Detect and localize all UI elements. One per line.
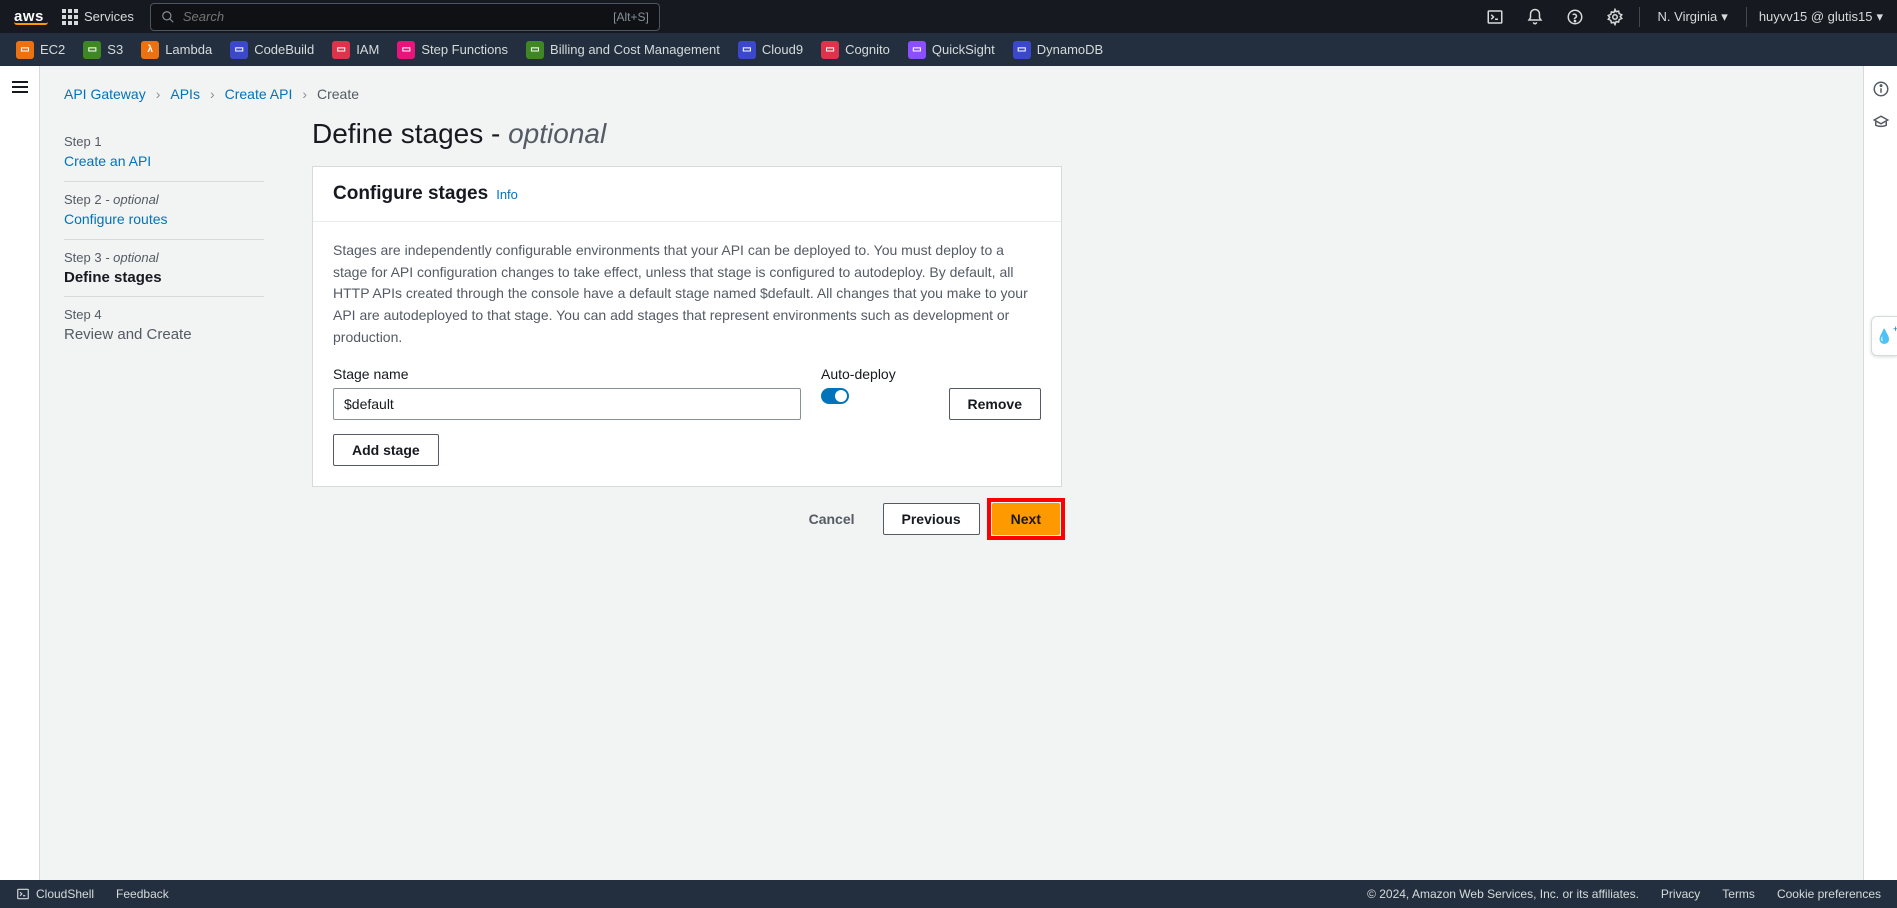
- stage-name-input[interactable]: [333, 388, 801, 420]
- svc-s3[interactable]: ▭S3: [83, 41, 123, 59]
- global-top-nav: aws Services [Alt+S] N. Virginia ▾ huyvv…: [0, 0, 1897, 33]
- step-3-label: Step 3 - optional: [64, 250, 264, 265]
- svc-ec2[interactable]: ▭EC2: [16, 41, 65, 59]
- breadcrumb-current: Create: [317, 86, 359, 102]
- global-search[interactable]: [Alt+S]: [150, 3, 660, 31]
- chevron-right-icon: ›: [302, 86, 307, 102]
- breadcrumb-create-api[interactable]: Create API: [225, 86, 293, 102]
- panel-body: Stages are independently configurable en…: [313, 222, 1061, 486]
- grid-icon: [62, 9, 78, 25]
- step-4-title: Review and Create: [64, 326, 264, 343]
- highlight-annotation: Next: [990, 501, 1062, 537]
- breadcrumb-apis[interactable]: APIs: [170, 86, 200, 102]
- auto-deploy-toggle[interactable]: [821, 388, 849, 404]
- svc-cloud9[interactable]: ▭Cloud9: [738, 41, 803, 59]
- svc-quicksight[interactable]: ▭QuickSight: [908, 41, 995, 59]
- step-4: Step 4 Review and Create: [64, 297, 264, 353]
- search-icon: [161, 10, 175, 24]
- footer-copyright: © 2024, Amazon Web Services, Inc. or its…: [1367, 887, 1639, 901]
- add-stage-button[interactable]: Add stage: [333, 434, 439, 466]
- footer-cloudshell[interactable]: CloudShell: [16, 887, 94, 901]
- panel-description: Stages are independently configurable en…: [333, 240, 1041, 348]
- step-1: Step 1 Create an API: [64, 124, 264, 182]
- chevron-right-icon: ›: [156, 86, 161, 102]
- notifications-icon[interactable]: [1525, 7, 1545, 27]
- step-3: Step 3 - optional Define stages: [64, 240, 264, 297]
- step-1-link[interactable]: Create an API: [64, 153, 151, 169]
- left-rail: [0, 66, 40, 880]
- svc-iam[interactable]: ▭IAM: [332, 41, 379, 59]
- next-button[interactable]: Next: [992, 503, 1060, 535]
- page-title: Define stages - optional: [312, 118, 1062, 150]
- chevron-right-icon: ›: [210, 86, 215, 102]
- breadcrumb: API Gateway › APIs › Create API › Create: [64, 86, 1839, 102]
- auto-deploy-label: Auto-deploy: [821, 366, 921, 382]
- info-panel-icon[interactable]: [1872, 80, 1890, 98]
- stage-name-label: Stage name: [333, 366, 801, 382]
- footer-terms[interactable]: Terms: [1722, 887, 1755, 901]
- search-shortcut-hint: [Alt+S]: [613, 10, 649, 24]
- step-2-link[interactable]: Configure routes: [64, 211, 168, 227]
- codewhisperer-widget[interactable]: 💧+: [1871, 316, 1897, 356]
- step-2-label: Step 2 - optional: [64, 192, 264, 207]
- content-region: API Gateway › APIs › Create API › Create…: [40, 66, 1863, 880]
- info-link[interactable]: Info: [496, 187, 518, 202]
- services-menu[interactable]: Services: [62, 9, 134, 25]
- settings-icon[interactable]: [1605, 7, 1625, 27]
- previous-button[interactable]: Previous: [883, 503, 980, 535]
- step-2: Step 2 - optional Configure routes: [64, 182, 264, 240]
- help-icon[interactable]: [1565, 7, 1585, 27]
- tutorials-icon[interactable]: [1872, 114, 1890, 132]
- caret-down-icon: ▾: [1721, 9, 1728, 25]
- aws-logo[interactable]: aws: [14, 9, 48, 25]
- footer-cookies[interactable]: Cookie preferences: [1777, 887, 1881, 901]
- stage-row: Stage name Auto-deploy Remove: [333, 366, 1041, 420]
- wizard-nav: Cancel Previous Next: [312, 501, 1062, 537]
- wizard-main: Define stages - optional Configure stage…: [312, 118, 1062, 537]
- wizard-steps: Step 1 Create an API Step 2 - optional C…: [64, 118, 264, 537]
- step-3-title: Define stages: [64, 269, 264, 286]
- footer-feedback[interactable]: Feedback: [116, 887, 169, 901]
- account-label: huyvv15 @ glutis15: [1759, 9, 1873, 24]
- svc-lambda[interactable]: λLambda: [141, 41, 212, 59]
- configure-stages-panel: Configure stages Info Stages are indepen…: [312, 166, 1062, 487]
- region-label: N. Virginia: [1658, 9, 1718, 24]
- cloudshell-icon[interactable]: [1485, 7, 1505, 27]
- account-menu[interactable]: huyvv15 @ glutis15 ▾: [1759, 9, 1883, 25]
- svc-codebuild[interactable]: ▭CodeBuild: [230, 41, 314, 59]
- svc-dynamodb[interactable]: ▭DynamoDB: [1013, 41, 1103, 59]
- remove-stage-button[interactable]: Remove: [949, 388, 1041, 420]
- services-label: Services: [84, 9, 134, 24]
- drop-icon: 💧+: [1876, 328, 1893, 345]
- svc-cognito[interactable]: ▭Cognito: [821, 41, 890, 59]
- panel-title: Configure stages: [333, 183, 488, 205]
- step-4-label: Step 4: [64, 307, 264, 322]
- step-1-label: Step 1: [64, 134, 264, 149]
- breadcrumb-api-gateway[interactable]: API Gateway: [64, 86, 146, 102]
- panel-header: Configure stages Info: [313, 167, 1061, 222]
- svc-stepfunctions[interactable]: ▭Step Functions: [397, 41, 508, 59]
- search-input[interactable]: [183, 9, 613, 24]
- terminal-icon: [16, 887, 30, 901]
- global-footer: CloudShell Feedback © 2024, Amazon Web S…: [0, 880, 1897, 908]
- main-area: API Gateway › APIs › Create API › Create…: [0, 66, 1897, 880]
- region-selector[interactable]: N. Virginia ▾: [1658, 9, 1728, 25]
- svc-billing[interactable]: ▭Billing and Cost Management: [526, 41, 720, 59]
- service-shortcuts-bar: ▭EC2 ▭S3 λLambda ▭CodeBuild ▭IAM ▭Step F…: [0, 33, 1897, 66]
- side-nav-toggle[interactable]: [12, 78, 28, 96]
- right-rail: [1863, 66, 1897, 880]
- footer-privacy[interactable]: Privacy: [1661, 887, 1700, 901]
- cancel-button[interactable]: Cancel: [791, 503, 873, 535]
- caret-down-icon: ▾: [1876, 9, 1883, 25]
